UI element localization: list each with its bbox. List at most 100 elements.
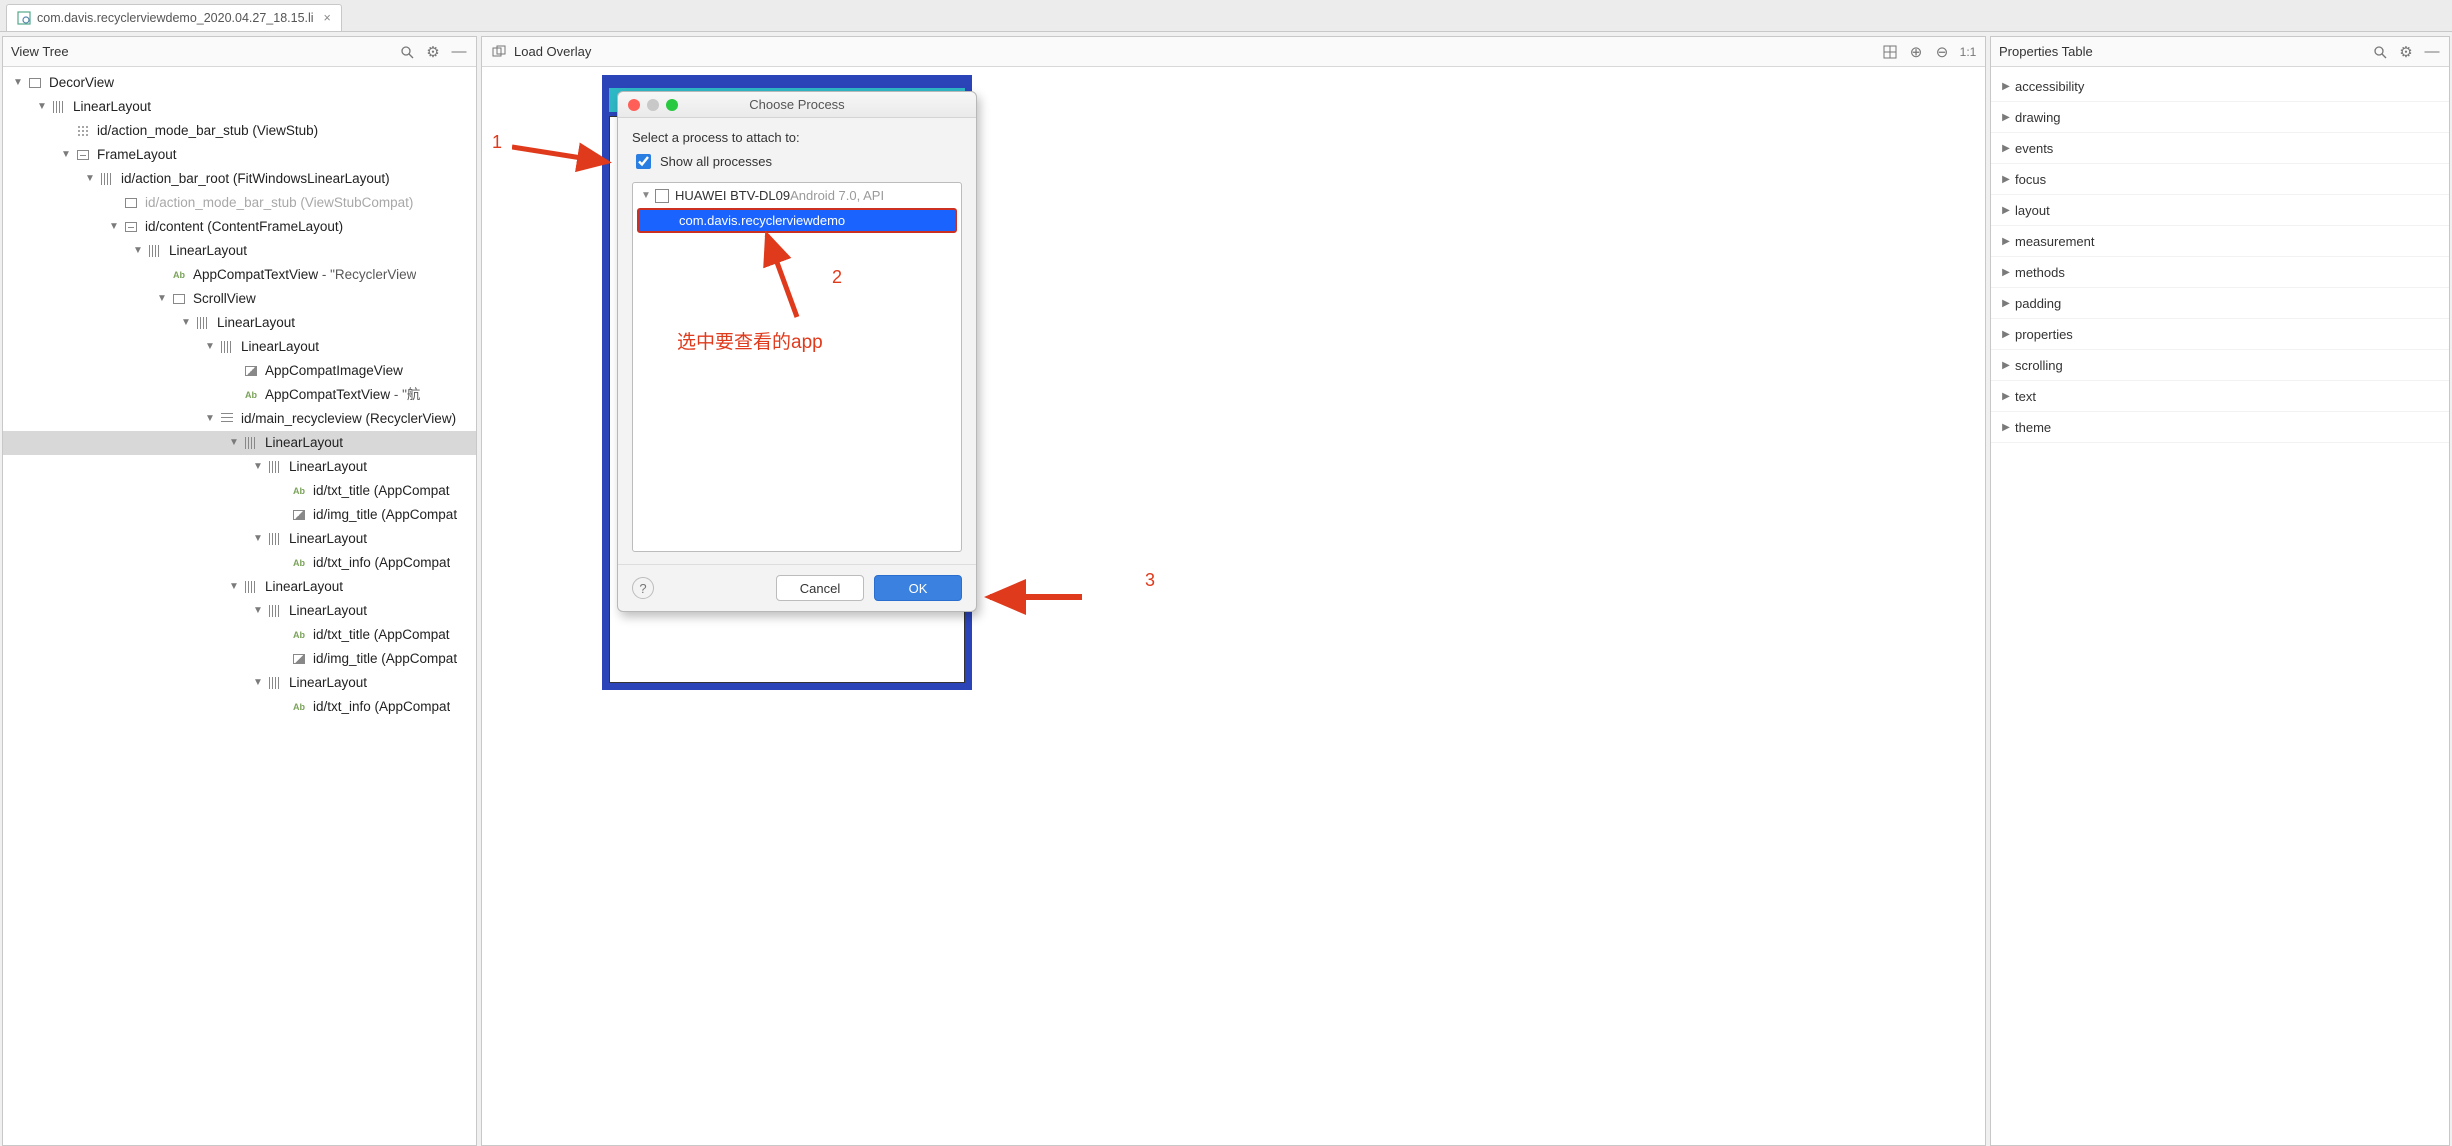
chevron-right-icon[interactable]: [1999, 267, 2013, 278]
gear-icon[interactable]: ⚙: [2397, 43, 2415, 61]
chevron-down-icon[interactable]: [155, 287, 169, 311]
tree-row[interactable]: id/content (ContentFrameLayout): [3, 215, 476, 239]
property-group[interactable]: properties: [1991, 319, 2449, 350]
tree-row[interactable]: id/img_title (AppCompat: [3, 647, 476, 671]
chevron-right-icon[interactable]: [1999, 236, 2013, 247]
tree-row[interactable]: AbAppCompatTextView - "航: [3, 383, 476, 407]
tree-row[interactable]: AbAppCompatTextView - "RecyclerView: [3, 263, 476, 287]
chevron-right-icon[interactable]: [1999, 422, 2013, 433]
chevron-down-icon[interactable]: [11, 71, 25, 95]
chevron-down-icon[interactable]: [251, 599, 265, 623]
chevron-down-icon[interactable]: [203, 335, 217, 359]
chevron-down-icon[interactable]: [107, 215, 121, 239]
chevron-right-icon[interactable]: [1999, 360, 2013, 371]
grid-icon[interactable]: [1881, 43, 1899, 61]
property-group[interactable]: text: [1991, 381, 2449, 412]
chevron-down-icon[interactable]: [35, 95, 49, 119]
tree-row[interactable]: id/action_mode_bar_stub (ViewStub): [3, 119, 476, 143]
tree-row[interactable]: FrameLayout: [3, 143, 476, 167]
process-list[interactable]: HUAWEI BTV-DL09 Android 7.0, API com.dav…: [632, 182, 962, 552]
gear-icon[interactable]: ⚙: [424, 43, 442, 61]
chevron-down-icon[interactable]: [203, 407, 217, 431]
tree-row[interactable]: LinearLayout: [3, 431, 476, 455]
tree-row[interactable]: id/main_recycleview (RecyclerView): [3, 407, 476, 431]
checkbox-input[interactable]: [636, 154, 651, 169]
process-row-selected[interactable]: com.davis.recyclerviewdemo: [637, 208, 957, 233]
tree-label: FrameLayout: [97, 143, 177, 167]
property-group[interactable]: padding: [1991, 288, 2449, 319]
property-group[interactable]: events: [1991, 133, 2449, 164]
window-close-icon[interactable]: [628, 99, 640, 111]
chevron-right-icon[interactable]: [1999, 81, 2013, 92]
property-group[interactable]: measurement: [1991, 226, 2449, 257]
chevron-right-icon[interactable]: [1999, 143, 2013, 154]
minimize-icon[interactable]: —: [450, 43, 468, 61]
overlay-icon[interactable]: [490, 43, 508, 61]
tree-row[interactable]: LinearLayout: [3, 311, 476, 335]
device-row[interactable]: HUAWEI BTV-DL09 Android 7.0, API: [633, 183, 961, 208]
property-group[interactable]: layout: [1991, 195, 2449, 226]
chevron-right-icon[interactable]: [1999, 112, 2013, 123]
properties-body[interactable]: accessibilitydrawingevents focus layoutmea…: [1991, 67, 2449, 1145]
cancel-button[interactable]: Cancel: [776, 575, 864, 601]
tree-row[interactable]: LinearLayout: [3, 239, 476, 263]
chevron-down-icon[interactable]: [83, 167, 97, 191]
tree-row[interactable]: LinearLayout: [3, 599, 476, 623]
one-to-one-icon[interactable]: 1:1: [1959, 43, 1977, 61]
chevron-right-icon[interactable]: [1999, 391, 2013, 402]
chevron-right-icon[interactable]: [1999, 329, 2013, 340]
file-tab[interactable]: com.davis.recyclerviewdemo_2020.04.27_18…: [6, 4, 342, 31]
search-icon[interactable]: [398, 43, 416, 61]
tree-row[interactable]: Abid/txt_info (AppCompat: [3, 551, 476, 575]
help-icon[interactable]: ?: [632, 577, 654, 599]
tree-row[interactable]: LinearLayout: [3, 335, 476, 359]
tree-row[interactable]: DecorView: [3, 71, 476, 95]
zoom-in-icon[interactable]: ⊕: [1907, 43, 1925, 61]
tree-row[interactable]: Abid/txt_info (AppCompat: [3, 695, 476, 719]
chevron-down-icon[interactable]: [179, 311, 193, 335]
property-group[interactable]: theme: [1991, 412, 2449, 443]
tree-row[interactable]: LinearLayout: [3, 455, 476, 479]
chevron-down-icon[interactable]: [251, 455, 265, 479]
tree-body[interactable]: DecorViewLinearLayoutid/action_mode_bar_…: [3, 67, 476, 1145]
chevron-down-icon[interactable]: [251, 671, 265, 695]
property-group[interactable]: drawing: [1991, 102, 2449, 133]
tree-row[interactable]: AppCompatImageView: [3, 359, 476, 383]
window-zoom-icon[interactable]: [666, 99, 678, 111]
chevron-down-icon[interactable]: [251, 527, 265, 551]
tree-row[interactable]: LinearLayout: [3, 95, 476, 119]
tree-label: LinearLayout: [241, 335, 319, 359]
chevron-right-icon[interactable]: [1999, 205, 2013, 216]
chevron-down-icon[interactable]: [227, 575, 241, 599]
property-group[interactable]: scrolling: [1991, 350, 2449, 381]
property-label: focus: [2015, 172, 2046, 187]
tree-row[interactable]: LinearLayout: [3, 527, 476, 551]
tree-row[interactable]: Abid/txt_title (AppCompat: [3, 479, 476, 503]
ok-button[interactable]: OK: [874, 575, 962, 601]
close-icon[interactable]: ×: [324, 11, 331, 25]
chevron-down-icon[interactable]: [59, 143, 73, 167]
zoom-out-icon[interactable]: ⊖: [1933, 43, 1951, 61]
minimize-icon[interactable]: —: [2423, 43, 2441, 61]
tree-row[interactable]: LinearLayout: [3, 575, 476, 599]
tree-row[interactable]: LinearLayout: [3, 671, 476, 695]
chevron-down-icon[interactable]: [227, 431, 241, 455]
dialog-titlebar: Choose Process: [618, 92, 976, 118]
node-type-icon: [99, 172, 115, 186]
tree-row[interactable]: id/action_mode_bar_stub (ViewStubCompat): [3, 191, 476, 215]
property-group[interactable]: focus: [1991, 164, 2449, 195]
tree-row[interactable]: id/action_bar_root (FitWindowsLinearLayo…: [3, 167, 476, 191]
property-group[interactable]: methods: [1991, 257, 2449, 288]
tree-label: AppCompatImageView: [265, 359, 403, 383]
tree-row[interactable]: Abid/txt_title (AppCompat: [3, 623, 476, 647]
show-all-processes-checkbox[interactable]: Show all processes: [632, 151, 962, 172]
chevron-down-icon[interactable]: [639, 190, 653, 201]
search-icon[interactable]: [2371, 43, 2389, 61]
tree-row[interactable]: ScrollView: [3, 287, 476, 311]
property-group[interactable]: accessibility: [1991, 71, 2449, 102]
chevron-right-icon[interactable]: [1999, 298, 2013, 309]
tree-row[interactable]: id/img_title (AppCompat: [3, 503, 476, 527]
chevron-right-icon[interactable]: [1999, 174, 2013, 185]
tree-label: LinearLayout: [169, 239, 247, 263]
chevron-down-icon[interactable]: [131, 239, 145, 263]
